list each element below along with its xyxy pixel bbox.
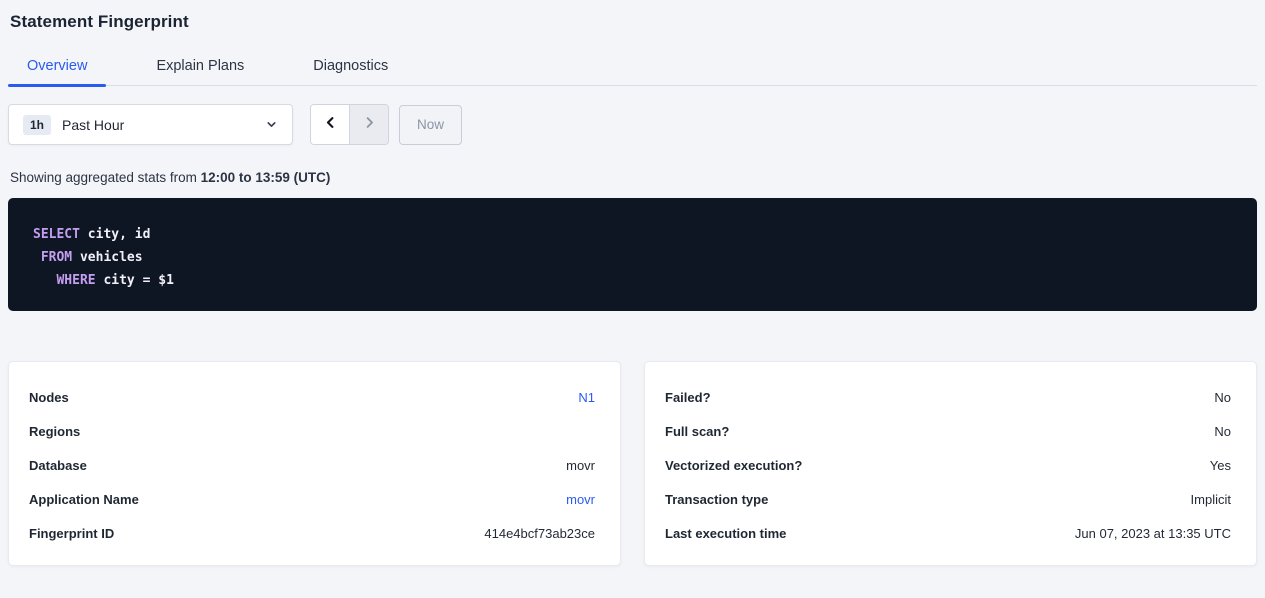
sql-statement-box: SELECT city, id FROM vehicles WHERE city… <box>8 198 1257 311</box>
summary-row-fingerprint-id: Fingerprint ID 414e4bcf73ab23ce <box>29 516 595 550</box>
full-scan-value: No <box>1214 424 1231 439</box>
tab-diagnostics-label: Diagnostics <box>313 58 388 74</box>
fingerprint-id-label: Fingerprint ID <box>29 526 114 541</box>
tab-overview[interactable]: Overview <box>8 58 106 85</box>
summary-row-application-name: Application Name movr <box>29 482 595 516</box>
sql-line-1: SELECT city, id <box>33 223 1232 246</box>
caption-time-range: 12:00 to 13:59 (UTC) <box>201 170 331 185</box>
vectorized-value: Yes <box>1210 458 1231 473</box>
now-button-label: Now <box>417 117 444 132</box>
sql-line-2-text: vehicles <box>72 250 142 265</box>
time-range-selected-label: Past Hour <box>62 117 124 133</box>
sql-line-1-text: city, id <box>80 227 150 242</box>
execution-attributes-card: Failed? No Full scan? No Vectorized exec… <box>644 361 1257 566</box>
next-time-button[interactable] <box>349 105 388 144</box>
tab-bar: Overview Explain Plans Diagnostics <box>8 58 1257 86</box>
tab-explain-plans-label: Explain Plans <box>156 58 244 74</box>
sql-keyword-select: SELECT <box>33 227 80 242</box>
failed-value: No <box>1214 390 1231 405</box>
time-range-dropdown[interactable]: 1h Past Hour <box>8 104 293 145</box>
summary-row-database: Database movr <box>29 448 595 482</box>
sql-keyword-where: WHERE <box>56 273 95 288</box>
transaction-type-value: Implicit <box>1191 492 1231 507</box>
time-pager <box>310 104 389 145</box>
tab-diagnostics[interactable]: Diagnostics <box>294 58 407 85</box>
tab-explain-plans[interactable]: Explain Plans <box>137 58 263 85</box>
application-name-value-link[interactable]: movr <box>566 492 595 507</box>
caption-prefix: Showing aggregated stats from <box>10 170 201 185</box>
transaction-type-label: Transaction type <box>665 492 768 507</box>
chevron-down-icon <box>265 118 278 131</box>
summary-row-regions: Regions <box>29 414 595 448</box>
sql-keyword-from: FROM <box>41 250 72 265</box>
summary-row-transaction-type: Transaction type Implicit <box>665 482 1231 516</box>
last-execution-time-value: Jun 07, 2023 at 13:35 UTC <box>1075 526 1231 541</box>
chevron-right-icon <box>362 115 377 135</box>
time-controls: 1h Past Hour Now <box>8 104 1257 145</box>
fingerprint-id-value: 414e4bcf73ab23ce <box>484 526 595 541</box>
summary-cards: Nodes N1 Regions Database movr Applicati… <box>8 361 1257 566</box>
sql-line-2: FROM vehicles <box>33 246 1232 269</box>
statement-fingerprint-page: Statement Fingerprint Overview Explain P… <box>0 12 1265 566</box>
now-button[interactable]: Now <box>399 105 462 145</box>
database-value: movr <box>566 458 595 473</box>
statement-details-card: Nodes N1 Regions Database movr Applicati… <box>8 361 621 566</box>
tab-overview-label: Overview <box>27 58 87 74</box>
summary-row-last-execution-time: Last execution time Jun 07, 2023 at 13:3… <box>665 516 1231 550</box>
page-title: Statement Fingerprint <box>10 12 1257 32</box>
vectorized-label: Vectorized execution? <box>665 458 802 473</box>
full-scan-label: Full scan? <box>665 424 729 439</box>
nodes-value-link[interactable]: N1 <box>578 390 595 405</box>
failed-label: Failed? <box>665 390 711 405</box>
regions-label: Regions <box>29 424 80 439</box>
sql-line-2-indent <box>33 250 41 265</box>
application-name-label: Application Name <box>29 492 139 507</box>
sql-line-3: WHERE city = $1 <box>33 269 1232 292</box>
summary-row-nodes: Nodes N1 <box>29 380 595 414</box>
sql-line-3-text: city = $1 <box>96 273 174 288</box>
previous-time-button[interactable] <box>311 105 349 144</box>
interval-badge: 1h <box>23 115 51 135</box>
summary-row-failed: Failed? No <box>665 380 1231 414</box>
summary-row-full-scan: Full scan? No <box>665 414 1231 448</box>
last-execution-time-label: Last execution time <box>665 526 786 541</box>
database-label: Database <box>29 458 87 473</box>
aggregated-stats-caption: Showing aggregated stats from 12:00 to 1… <box>10 170 1257 185</box>
chevron-left-icon <box>323 115 338 135</box>
nodes-label: Nodes <box>29 390 69 405</box>
sql-line-3-indent <box>33 273 56 288</box>
summary-row-vectorized: Vectorized execution? Yes <box>665 448 1231 482</box>
